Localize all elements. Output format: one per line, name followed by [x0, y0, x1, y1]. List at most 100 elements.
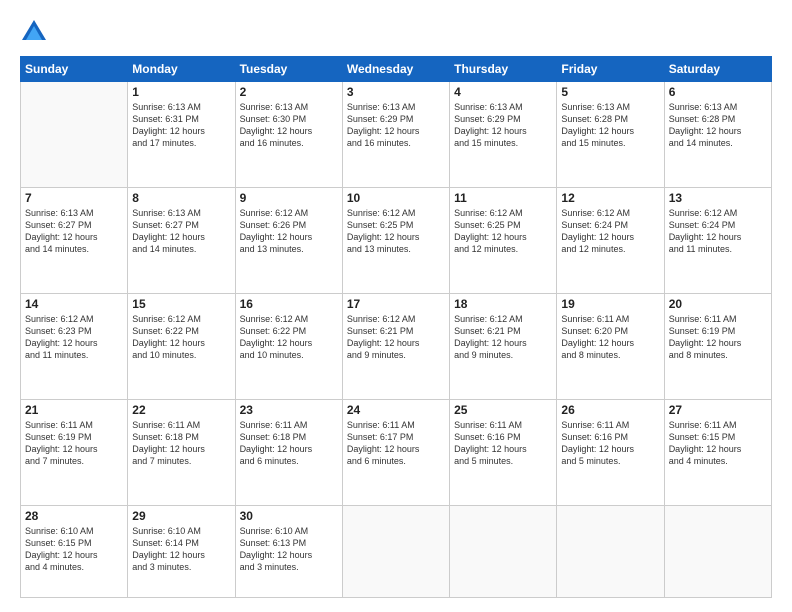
calendar-cell: 2Sunrise: 6:13 AM Sunset: 6:30 PM Daylig…: [235, 82, 342, 188]
calendar-cell: 25Sunrise: 6:11 AM Sunset: 6:16 PM Dayli…: [450, 399, 557, 505]
calendar-cell: 26 Sunrise: 6:11 AM Sunset: 6:16 PM Dayli…: [557, 399, 664, 505]
day-number: 25: [454, 403, 552, 417]
page: SundayMondayTuesdayWednesdayThursdayFrid…: [0, 0, 792, 612]
calendar-cell: 18 Sunrise: 6:12 AM Sunset: 6:21 PM Dayli…: [450, 293, 557, 399]
day-number: 11: [454, 191, 552, 205]
day-info: Sunrise: 6:11 AM Sunset: 6:20 PM Dayligh…: [561, 313, 659, 362]
day-number: 3: [347, 85, 445, 99]
day-number: 24: [347, 403, 445, 417]
day-info: Sunrise: 6:11 AM Sunset: 6:15 PM Dayligh…: [669, 419, 767, 468]
calendar-table: SundayMondayTuesdayWednesdayThursdayFrid…: [20, 56, 772, 598]
day-info: Sunrise: 6:13 AM Sunset: 6:28 PM Dayligh…: [669, 101, 767, 150]
day-info: Sunrise: 6:12 AM Sunset: 6:21 PM Dayligh…: [347, 313, 445, 362]
day-info: Sunrise: 6:11 AM Sunset: 6:19 PM Dayligh…: [25, 419, 123, 468]
calendar-cell: 27 Sunrise: 6:11 AM Sunset: 6:15 PM Dayli…: [664, 399, 771, 505]
weekday-header-friday: Friday: [557, 57, 664, 82]
weekday-header-wednesday: Wednesday: [342, 57, 449, 82]
week-row-5: 28 Sunrise: 6:10 AM Sunset: 6:15 PM Dayli…: [21, 505, 772, 597]
weekday-header-saturday: Saturday: [664, 57, 771, 82]
calendar-cell: 16 Sunrise: 6:12 AM Sunset: 6:22 PM Dayli…: [235, 293, 342, 399]
day-info: Sunrise: 6:12 AM Sunset: 6:24 PM Dayligh…: [561, 207, 659, 256]
day-number: 7: [25, 191, 123, 205]
day-info: Sunrise: 6:13 AM Sunset: 6:29 PM Dayligh…: [347, 101, 445, 150]
day-info: Sunrise: 6:13 AM Sunset: 6:27 PM Dayligh…: [132, 207, 230, 256]
day-info: Sunrise: 6:11 AM Sunset: 6:16 PM Dayligh…: [561, 419, 659, 468]
week-row-4: 21Sunrise: 6:11 AM Sunset: 6:19 PM Dayli…: [21, 399, 772, 505]
day-info: Sunrise: 6:11 AM Sunset: 6:18 PM Dayligh…: [132, 419, 230, 468]
calendar-cell: [342, 505, 449, 597]
day-number: 19: [561, 297, 659, 311]
day-info: Sunrise: 6:10 AM Sunset: 6:13 PM Dayligh…: [240, 525, 338, 574]
day-info: Sunrise: 6:12 AM Sunset: 6:24 PM Dayligh…: [669, 207, 767, 256]
day-number: 4: [454, 85, 552, 99]
day-number: 29: [132, 509, 230, 523]
calendar-cell: 29Sunrise: 6:10 AM Sunset: 6:14 PM Dayli…: [128, 505, 235, 597]
day-number: 6: [669, 85, 767, 99]
calendar-cell: 20 Sunrise: 6:11 AM Sunset: 6:19 PM Dayli…: [664, 293, 771, 399]
day-info: Sunrise: 6:12 AM Sunset: 6:25 PM Dayligh…: [454, 207, 552, 256]
day-info: Sunrise: 6:12 AM Sunset: 6:25 PM Dayligh…: [347, 207, 445, 256]
calendar-cell: 15 Sunrise: 6:12 AM Sunset: 6:22 PM Dayli…: [128, 293, 235, 399]
day-number: 8: [132, 191, 230, 205]
calendar-cell: 17 Sunrise: 6:12 AM Sunset: 6:21 PM Dayli…: [342, 293, 449, 399]
day-number: 28: [25, 509, 123, 523]
header: [20, 18, 772, 46]
day-number: 5: [561, 85, 659, 99]
day-number: 14: [25, 297, 123, 311]
calendar-cell: 1Sunrise: 6:13 AM Sunset: 6:31 PM Daylig…: [128, 82, 235, 188]
weekday-header-row: SundayMondayTuesdayWednesdayThursdayFrid…: [21, 57, 772, 82]
day-info: Sunrise: 6:11 AM Sunset: 6:17 PM Dayligh…: [347, 419, 445, 468]
day-number: 12: [561, 191, 659, 205]
calendar-cell: 10 Sunrise: 6:12 AM Sunset: 6:25 PM Dayli…: [342, 187, 449, 293]
week-row-2: 7 Sunrise: 6:13 AM Sunset: 6:27 PM Daylig…: [21, 187, 772, 293]
logo: [20, 18, 52, 46]
day-number: 17: [347, 297, 445, 311]
calendar-cell: 11 Sunrise: 6:12 AM Sunset: 6:25 PM Dayli…: [450, 187, 557, 293]
weekday-header-monday: Monday: [128, 57, 235, 82]
calendar-cell: [21, 82, 128, 188]
day-info: Sunrise: 6:12 AM Sunset: 6:22 PM Dayligh…: [240, 313, 338, 362]
weekday-header-thursday: Thursday: [450, 57, 557, 82]
week-row-1: 1Sunrise: 6:13 AM Sunset: 6:31 PM Daylig…: [21, 82, 772, 188]
day-info: Sunrise: 6:12 AM Sunset: 6:21 PM Dayligh…: [454, 313, 552, 362]
calendar-cell: 14 Sunrise: 6:12 AM Sunset: 6:23 PM Dayli…: [21, 293, 128, 399]
calendar-cell: 19 Sunrise: 6:11 AM Sunset: 6:20 PM Dayli…: [557, 293, 664, 399]
day-number: 20: [669, 297, 767, 311]
day-info: Sunrise: 6:10 AM Sunset: 6:15 PM Dayligh…: [25, 525, 123, 574]
day-info: Sunrise: 6:11 AM Sunset: 6:18 PM Dayligh…: [240, 419, 338, 468]
day-info: Sunrise: 6:12 AM Sunset: 6:26 PM Dayligh…: [240, 207, 338, 256]
calendar-cell: 9 Sunrise: 6:12 AM Sunset: 6:26 PM Daylig…: [235, 187, 342, 293]
day-number: 10: [347, 191, 445, 205]
calendar-cell: [557, 505, 664, 597]
day-info: Sunrise: 6:11 AM Sunset: 6:19 PM Dayligh…: [669, 313, 767, 362]
day-number: 9: [240, 191, 338, 205]
day-info: Sunrise: 6:13 AM Sunset: 6:27 PM Dayligh…: [25, 207, 123, 256]
calendar-cell: 24 Sunrise: 6:11 AM Sunset: 6:17 PM Dayli…: [342, 399, 449, 505]
day-info: Sunrise: 6:12 AM Sunset: 6:22 PM Dayligh…: [132, 313, 230, 362]
weekday-header-tuesday: Tuesday: [235, 57, 342, 82]
calendar-cell: 3 Sunrise: 6:13 AM Sunset: 6:29 PM Daylig…: [342, 82, 449, 188]
day-info: Sunrise: 6:12 AM Sunset: 6:23 PM Dayligh…: [25, 313, 123, 362]
day-number: 26: [561, 403, 659, 417]
day-number: 22: [132, 403, 230, 417]
calendar-cell: 7 Sunrise: 6:13 AM Sunset: 6:27 PM Daylig…: [21, 187, 128, 293]
logo-icon: [20, 18, 48, 46]
day-info: Sunrise: 6:13 AM Sunset: 6:28 PM Dayligh…: [561, 101, 659, 150]
day-number: 27: [669, 403, 767, 417]
day-number: 30: [240, 509, 338, 523]
calendar-cell: [664, 505, 771, 597]
calendar-cell: [450, 505, 557, 597]
day-number: 23: [240, 403, 338, 417]
calendar-cell: 6 Sunrise: 6:13 AM Sunset: 6:28 PM Daylig…: [664, 82, 771, 188]
day-number: 15: [132, 297, 230, 311]
calendar-cell: 22 Sunrise: 6:11 AM Sunset: 6:18 PM Dayli…: [128, 399, 235, 505]
day-number: 18: [454, 297, 552, 311]
day-number: 16: [240, 297, 338, 311]
calendar-cell: 21Sunrise: 6:11 AM Sunset: 6:19 PM Dayli…: [21, 399, 128, 505]
calendar-cell: 30 Sunrise: 6:10 AM Sunset: 6:13 PM Dayli…: [235, 505, 342, 597]
calendar-cell: 4 Sunrise: 6:13 AM Sunset: 6:29 PM Daylig…: [450, 82, 557, 188]
calendar-cell: 13Sunrise: 6:12 AM Sunset: 6:24 PM Dayli…: [664, 187, 771, 293]
week-row-3: 14 Sunrise: 6:12 AM Sunset: 6:23 PM Dayli…: [21, 293, 772, 399]
day-info: Sunrise: 6:13 AM Sunset: 6:29 PM Dayligh…: [454, 101, 552, 150]
weekday-header-sunday: Sunday: [21, 57, 128, 82]
